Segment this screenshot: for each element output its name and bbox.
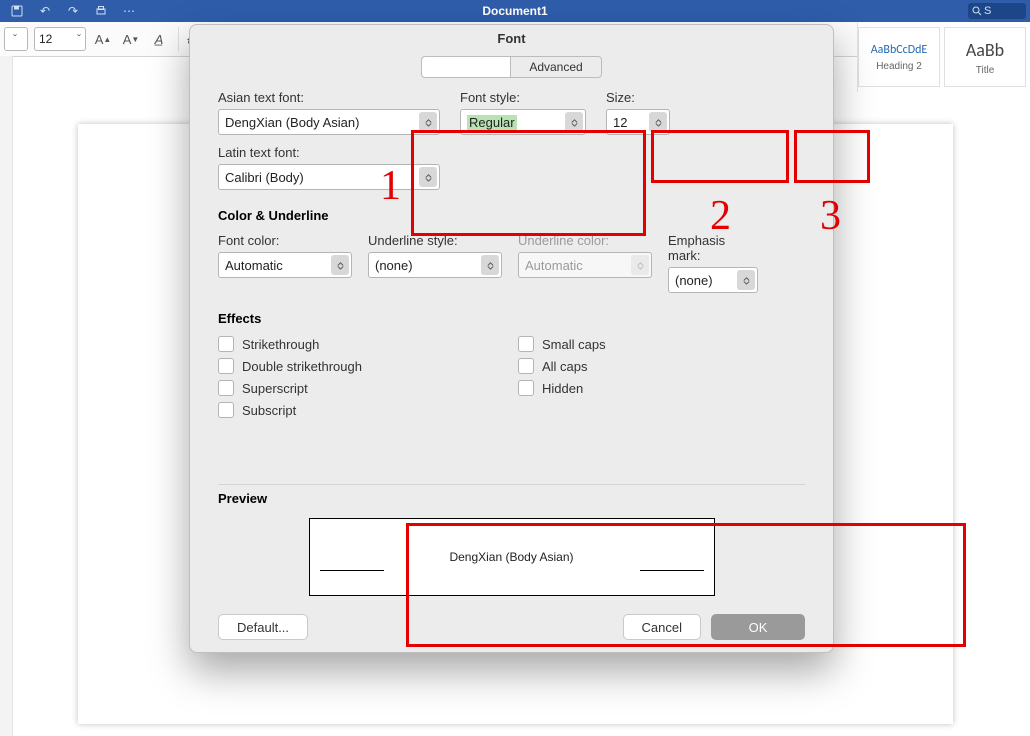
latin-font-combo[interactable]: Calibri (Body): [218, 164, 440, 190]
font-size-combo[interactable]: 12: [606, 109, 670, 135]
font-size-select[interactable]: 12ˇ: [34, 27, 86, 51]
search-box[interactable]: S: [968, 3, 1026, 19]
vertical-ruler: [0, 56, 13, 736]
latin-font-label: Latin text font:: [218, 145, 440, 160]
style-label: Heading 2: [876, 61, 922, 72]
underline-color-label: Underline color:: [518, 233, 652, 248]
underline-style-label: Underline style:: [368, 233, 502, 248]
section-effects: Effects: [218, 311, 805, 326]
checkbox-all-caps[interactable]: All caps: [518, 358, 718, 374]
style-label: Title: [976, 65, 995, 76]
separator: [178, 27, 179, 51]
print-icon[interactable]: [90, 3, 112, 19]
checkbox-superscript[interactable]: Superscript: [218, 380, 438, 396]
underline-color-value: Automatic: [525, 258, 583, 273]
font-size-label: Size:: [606, 90, 670, 105]
default-button[interactable]: Default...: [218, 614, 308, 640]
preview-line: [640, 570, 704, 571]
preview-box: DengXian (Body Asian): [309, 518, 715, 596]
clear-format-icon[interactable]: A̲: [148, 28, 170, 50]
asian-font-label: Asian text font:: [218, 90, 440, 105]
font-name-select[interactable]: ˇ: [4, 27, 28, 51]
styles-gallery: AaBbCcDdE Heading 2 AaBb Title: [857, 22, 1030, 92]
cancel-button[interactable]: Cancel: [623, 614, 701, 640]
style-card-heading2[interactable]: AaBbCcDdE Heading 2: [858, 27, 940, 87]
chevron-down-icon[interactable]: [481, 255, 499, 275]
separator: [218, 484, 805, 485]
app-titlebar: ↶ ↷ ⋯ Document1 S: [0, 0, 1030, 22]
font-color-combo[interactable]: Automatic: [218, 252, 352, 278]
preview-line: [320, 570, 384, 571]
dialog-title: Font: [190, 25, 833, 56]
ok-button[interactable]: OK: [711, 614, 805, 640]
font-color-value: Automatic: [225, 258, 283, 273]
font-size-value: 12: [39, 32, 52, 46]
document-title: Document1: [482, 4, 547, 18]
font-style-combo[interactable]: Regular: [460, 109, 586, 135]
checkbox-subscript[interactable]: Subscript: [218, 402, 438, 418]
style-sample: AaBb: [966, 39, 1004, 61]
section-color-underline: Color & Underline: [218, 208, 805, 223]
chevron-down-icon: [631, 255, 649, 275]
font-style-label: Font style:: [460, 90, 586, 105]
decrease-font-icon[interactable]: A▼: [120, 28, 142, 50]
chevron-down-icon[interactable]: [565, 112, 583, 132]
checkbox-hidden[interactable]: Hidden: [518, 380, 718, 396]
emphasis-value: (none): [675, 273, 713, 288]
dialog-footer: Default... Cancel OK: [190, 596, 833, 640]
chevron-down-icon[interactable]: [419, 112, 437, 132]
asian-font-value: DengXian (Body Asian): [225, 115, 359, 130]
font-dialog: Font Advanced Asian text font: DengXian …: [189, 24, 834, 653]
emphasis-combo[interactable]: (none): [668, 267, 758, 293]
tab-advanced[interactable]: Advanced: [510, 56, 601, 78]
dialog-tabs: Advanced: [190, 56, 833, 78]
undo-icon[interactable]: ↶: [34, 3, 56, 19]
search-placeholder: S: [984, 5, 991, 17]
underline-style-combo[interactable]: (none): [368, 252, 502, 278]
font-color-label: Font color:: [218, 233, 352, 248]
font-style-value: Regular: [467, 115, 517, 130]
latin-font-value: Calibri (Body): [225, 170, 304, 185]
checkbox-small-caps[interactable]: Small caps: [518, 336, 718, 352]
preview-text: DengXian (Body Asian): [449, 550, 573, 564]
chevron-down-icon[interactable]: [419, 167, 437, 187]
emphasis-label: Emphasis mark:: [668, 233, 758, 263]
style-sample: AaBbCcDdE: [871, 43, 928, 57]
font-size-value: 12: [613, 115, 627, 130]
chevron-down-icon[interactable]: [331, 255, 349, 275]
underline-color-combo: Automatic: [518, 252, 652, 278]
preview-label: Preview: [218, 491, 805, 506]
increase-font-icon[interactable]: A▲: [92, 28, 114, 50]
tab-font[interactable]: [421, 56, 510, 78]
redo-icon[interactable]: ↷: [62, 3, 84, 19]
search-icon: [972, 6, 982, 16]
checkbox-strikethrough[interactable]: Strikethrough: [218, 336, 438, 352]
chevron-down-icon[interactable]: [649, 112, 667, 132]
more-icon[interactable]: ⋯: [118, 3, 140, 19]
save-icon[interactable]: [6, 3, 28, 19]
chevron-down-icon[interactable]: [737, 270, 755, 290]
asian-font-combo[interactable]: DengXian (Body Asian): [218, 109, 440, 135]
style-card-title[interactable]: AaBb Title: [944, 27, 1026, 87]
underline-style-value: (none): [375, 258, 413, 273]
checkbox-double-strikethrough[interactable]: Double strikethrough: [218, 358, 438, 374]
